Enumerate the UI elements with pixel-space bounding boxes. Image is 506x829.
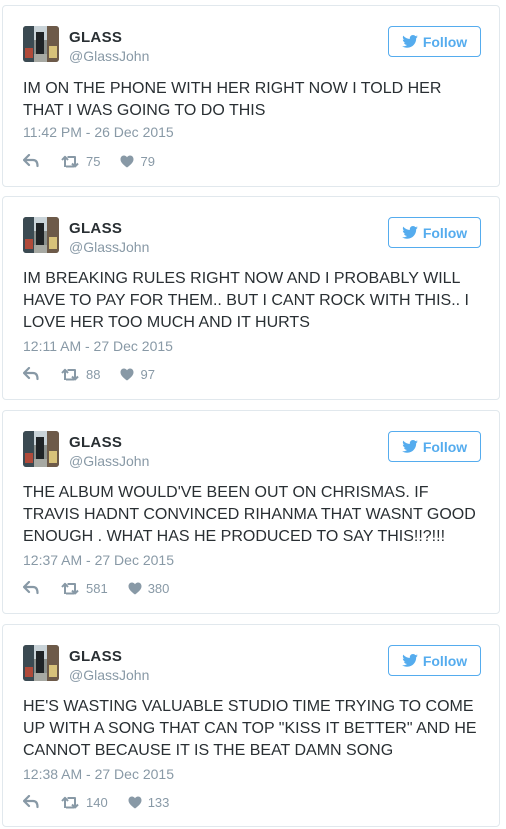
heart-icon (128, 796, 142, 808)
retweet-count: 140 (86, 794, 108, 810)
user-handle[interactable]: @GlassJohn (69, 453, 149, 469)
follow-button[interactable]: Follow (388, 645, 481, 676)
retweet-button[interactable]: 140 (61, 795, 108, 810)
retweet-button[interactable]: 75 (61, 154, 100, 169)
avatar[interactable] (23, 26, 59, 62)
reply-button[interactable] (23, 154, 41, 168)
follow-label: Follow (422, 438, 468, 455)
tweet-actions: 581 380 (23, 579, 169, 597)
display-name[interactable]: GLASS (69, 434, 122, 451)
display-name[interactable]: GLASS (69, 29, 122, 46)
retweet-count: 75 (86, 153, 101, 169)
tweet-card: GLASS @GlassJohn Follow THE ALBUM WOULD'… (2, 410, 500, 614)
retweet-icon (61, 155, 79, 167)
tweet-timestamp[interactable]: 12:37 AM - 27 Dec 2015 (23, 552, 174, 568)
display-name[interactable]: GLASS (69, 648, 122, 665)
tweet-timestamp[interactable]: 11:42 PM - 26 Dec 2015 (23, 124, 174, 140)
retweet-button[interactable]: 88 (61, 367, 100, 382)
tweet-text: IM BREAKING RULES RIGHT NOW AND I PROBAB… (23, 270, 469, 331)
heart-icon (128, 582, 142, 594)
reply-icon (23, 795, 39, 809)
reply-icon (23, 154, 39, 168)
twitter-bird-icon (402, 654, 418, 667)
follow-button[interactable]: Follow (388, 217, 481, 248)
like-count: 79 (140, 153, 155, 169)
like-count: 380 (147, 580, 170, 596)
like-count: 97 (140, 366, 155, 382)
user-handle[interactable]: @GlassJohn (69, 667, 149, 683)
tweet-actions: 140 133 (23, 793, 169, 811)
tweet-actions: 75 79 (23, 152, 155, 170)
retweet-count: 88 (86, 366, 101, 382)
retweet-icon (61, 368, 79, 380)
follow-button[interactable]: Follow (388, 26, 481, 57)
retweet-icon (61, 796, 79, 808)
tweet-timestamp[interactable]: 12:38 AM - 27 Dec 2015 (23, 766, 174, 782)
like-button[interactable]: 133 (128, 794, 170, 810)
twitter-bird-icon (402, 35, 418, 48)
tweet-text: THE ALBUM WOULD'VE BEEN OUT ON CHRISMAS.… (23, 484, 476, 545)
reply-button[interactable] (23, 795, 41, 809)
like-count: 133 (147, 794, 170, 810)
like-button[interactable]: 97 (120, 366, 155, 382)
avatar[interactable] (23, 431, 59, 467)
like-button[interactable]: 79 (120, 153, 155, 169)
reply-icon (23, 581, 39, 595)
twitter-bird-icon (402, 440, 418, 453)
heart-icon (120, 155, 134, 167)
follow-button[interactable]: Follow (388, 431, 481, 462)
follow-label: Follow (422, 652, 468, 669)
heart-icon (120, 368, 134, 380)
reply-button[interactable] (23, 367, 41, 381)
tweet-card: GLASS @GlassJohn Follow IM BREAKING RULE… (2, 196, 500, 400)
avatar[interactable] (23, 217, 59, 253)
tweet-text: HE'S WASTING VALUABLE STUDIO TIME TRYING… (23, 698, 477, 759)
retweet-icon (61, 582, 79, 594)
tweet-timestamp[interactable]: 12:11 AM - 27 Dec 2015 (23, 338, 173, 354)
twitter-bird-icon (402, 226, 418, 239)
display-name[interactable]: GLASS (69, 220, 122, 237)
reply-icon (23, 367, 39, 381)
avatar[interactable] (23, 645, 59, 681)
tweet-card: GLASS @GlassJohn Follow IM ON THE PHONE … (2, 5, 500, 187)
tweet-card: GLASS @GlassJohn Follow HE'S WASTING VAL… (2, 624, 500, 827)
tweet-text: IM ON THE PHONE WITH HER RIGHT NOW I TOL… (23, 80, 442, 119)
retweet-count: 581 (86, 580, 108, 596)
like-button[interactable]: 380 (128, 580, 170, 596)
user-handle[interactable]: @GlassJohn (69, 48, 149, 64)
follow-label: Follow (422, 224, 468, 241)
user-handle[interactable]: @GlassJohn (69, 239, 149, 255)
reply-button[interactable] (23, 581, 41, 595)
retweet-button[interactable]: 581 (61, 581, 108, 596)
follow-label: Follow (422, 33, 468, 50)
tweet-actions: 88 97 (23, 365, 155, 383)
